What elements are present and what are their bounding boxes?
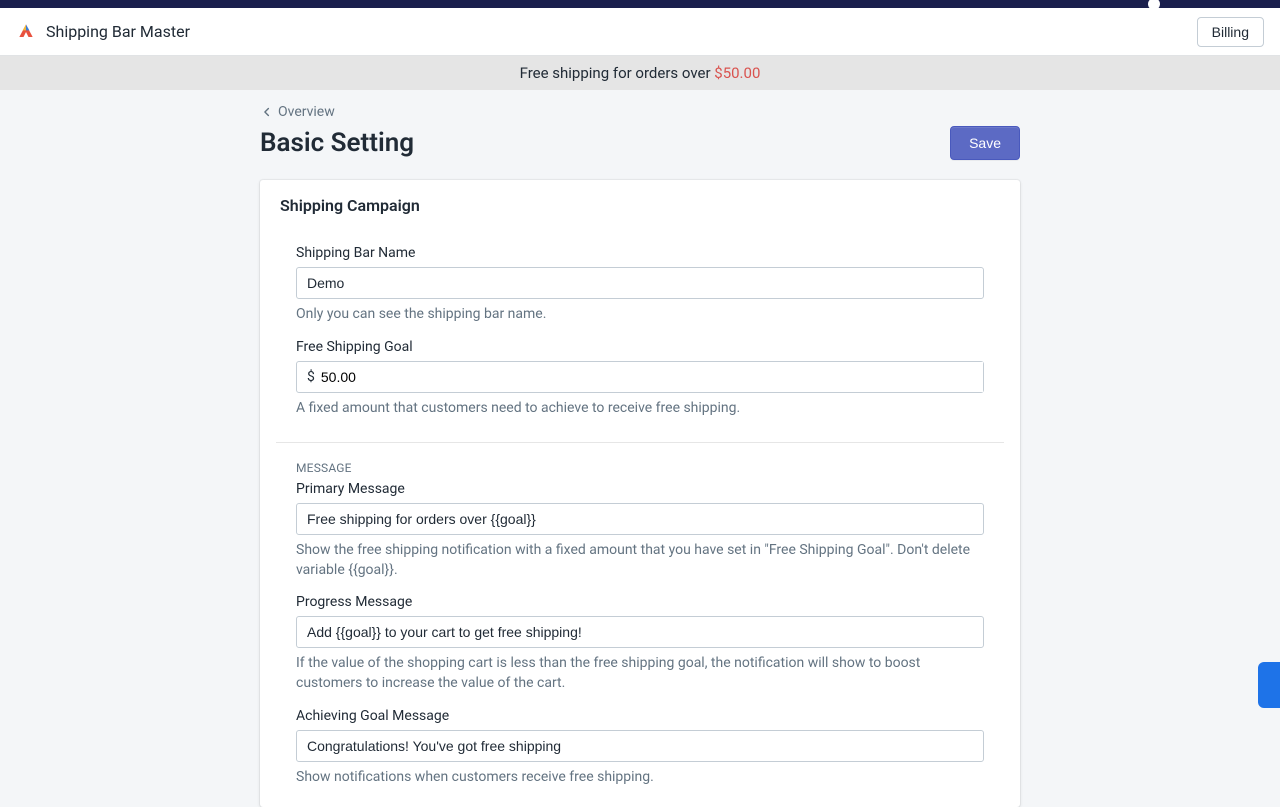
label-progress-message: Progress Message [296,594,984,610]
field-free-shipping-goal: Free Shipping Goal $ A fixed amount that… [296,339,984,419]
banner-text: Free shipping for orders over [520,64,715,82]
help-progress-message: If the value of the shopping cart is les… [296,654,984,693]
shipping-banner: Free shipping for orders over $50.00 [0,56,1280,90]
help-primary-message: Show the free shipping notification with… [296,541,984,580]
label-achieving-message: Achieving Goal Message [296,708,984,724]
breadcrumb-overview[interactable]: Overview [260,104,335,120]
app-title: Shipping Bar Master [46,22,190,41]
app-header-left: Shipping Bar Master [16,22,190,42]
card-body: Shipping Bar Name Only you can see the s… [260,223,1020,807]
breadcrumb-label: Overview [278,104,335,120]
field-progress-message: Progress Message If the value of the sho… [296,594,984,693]
label-primary-message: Primary Message [296,481,984,497]
page-content: Overview Basic Setting Save Shipping Cam… [260,90,1020,807]
input-wrapper-goal: $ [296,361,984,393]
label-free-shipping-goal: Free Shipping Goal [296,339,984,355]
field-primary-message: Primary Message Show the free shipping n… [296,481,984,580]
app-header: Shipping Bar Master Billing [0,8,1280,56]
help-free-shipping-goal: A fixed amount that customers need to ac… [296,399,984,419]
shipping-campaign-card: Shipping Campaign Shipping Bar Name Only… [260,180,1020,807]
app-logo-icon [16,22,36,42]
label-shipping-bar-name: Shipping Bar Name [296,245,984,261]
chat-widget-icon[interactable] [1258,662,1280,708]
help-shipping-bar-name: Only you can see the shipping bar name. [296,305,984,325]
billing-button[interactable]: Billing [1197,17,1264,47]
card-title: Shipping Campaign [260,180,1020,223]
field-shipping-bar-name: Shipping Bar Name Only you can see the s… [296,245,984,325]
browser-chrome-bar [0,0,1280,8]
input-progress-message[interactable] [296,616,984,648]
input-shipping-bar-name[interactable] [296,267,984,299]
currency-prefix: $ [297,362,319,392]
section-divider [276,442,1004,443]
chevron-left-icon [260,105,274,119]
input-primary-message[interactable] [296,503,984,535]
page-head: Basic Setting Save [260,126,1020,160]
page-title: Basic Setting [260,128,414,158]
input-achieving-message[interactable] [296,730,984,762]
section-heading-message: MESSAGE [296,461,984,475]
help-achieving-message: Show notifications when customers receiv… [296,768,984,788]
input-free-shipping-goal[interactable] [319,362,983,392]
banner-price: $50.00 [714,64,760,82]
save-button[interactable]: Save [950,126,1020,160]
